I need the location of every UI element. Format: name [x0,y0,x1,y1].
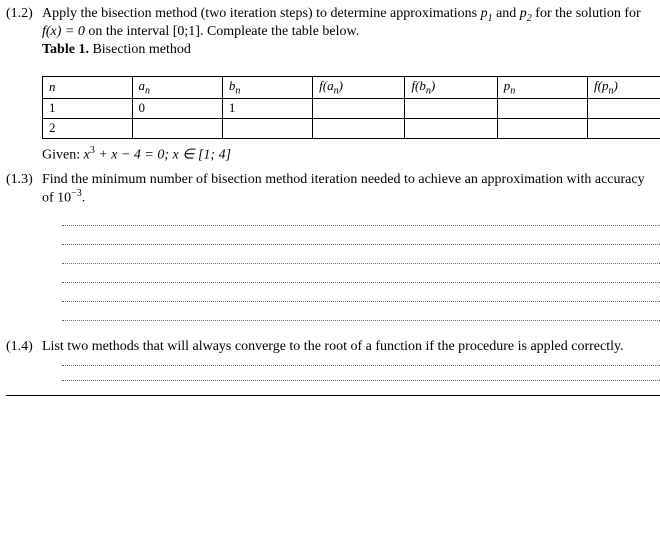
cell-fpn [588,99,660,119]
var-p1: p [481,6,488,21]
col-fan: f(an) [313,76,405,99]
var-p2: p [520,6,527,21]
dotted-answer-line [62,380,660,381]
question-number: (1.2) [6,6,42,22]
cell-fpn [588,119,660,139]
dotted-answer-line [62,320,660,321]
question-number: (1.4) [6,339,42,355]
close: ) [614,78,618,93]
expr: + x − 4 = 0; x ∈ [1; 4] [95,148,231,163]
col-fpn: f(pn) [588,76,660,99]
label: f(b [411,78,425,93]
cell-fan [313,119,405,139]
col-bn: bn [222,76,312,99]
text: . [82,191,86,206]
given-equation: Given: x3 + x − 4 = 0; x ∈ [1; 4] [42,145,658,164]
equation: f(x) = 0 [42,24,85,39]
table-title: Table 1. Bisection method [42,42,654,58]
cell-pn [497,119,587,139]
section-divider [6,395,660,396]
col-an: an [132,76,222,99]
cell-fan [313,99,405,119]
sub: n [510,85,515,96]
cell-fbn [405,119,497,139]
cell-bn: 1 [222,99,312,119]
cell-fbn [405,99,497,119]
text: Apply the bisection method (two iteratio… [42,6,481,21]
bisection-table: n an bn f(an) f(bn) pn f(pn) 1 0 1 2 [42,76,660,140]
cell-an: 0 [132,99,222,119]
question-text: Find the minimum number of bisection met… [42,172,658,207]
text: Find the minimum number of bisection met… [42,172,645,206]
dotted-answer-line [62,365,660,366]
answer-lines-1-3 [62,225,658,321]
dotted-answer-line [62,263,660,264]
cell-pn [497,99,587,119]
table-header-row: n an bn f(an) f(bn) pn f(pn) [43,76,660,99]
text: and [493,6,520,21]
col-pn: pn [497,76,587,99]
dotted-answer-line [62,225,660,226]
label: f(p [594,78,608,93]
sub: n [235,85,240,96]
table-label: Table 1. [42,42,89,57]
table-row: 1 0 1 [43,99,660,119]
table-caption: Bisection method [89,42,191,57]
given-label: Given: [42,148,84,163]
label: n [49,79,56,94]
dotted-answer-line [62,244,660,245]
question-text: List two methods that will always conver… [42,339,658,355]
text: on the interval [0;1]. Compleate the tab… [85,24,359,39]
cell-an [132,119,222,139]
label: f(a [319,78,333,93]
col-fbn: f(bn) [405,76,497,99]
table-row: 2 [43,119,660,139]
cell-n: 2 [43,119,133,139]
cell-n: 1 [43,99,133,119]
col-n: n [43,76,133,99]
answer-lines-1-4 [62,365,658,381]
close: ) [431,78,435,93]
question-1-2: (1.2) Apply the bisection method (two it… [6,6,658,64]
question-1-4: (1.4) List two methods that will always … [6,339,658,355]
dotted-answer-line [62,301,660,302]
close: ) [339,78,343,93]
dotted-answer-line [62,282,660,283]
exponent: −3 [71,188,82,199]
question-text: Apply the bisection method (two iteratio… [42,6,658,64]
sub: n [145,85,150,96]
text: for the solution for [532,6,641,21]
question-number: (1.3) [6,172,42,188]
cell-bn [222,119,312,139]
question-1-3: (1.3) Find the minimum number of bisecti… [6,172,658,207]
